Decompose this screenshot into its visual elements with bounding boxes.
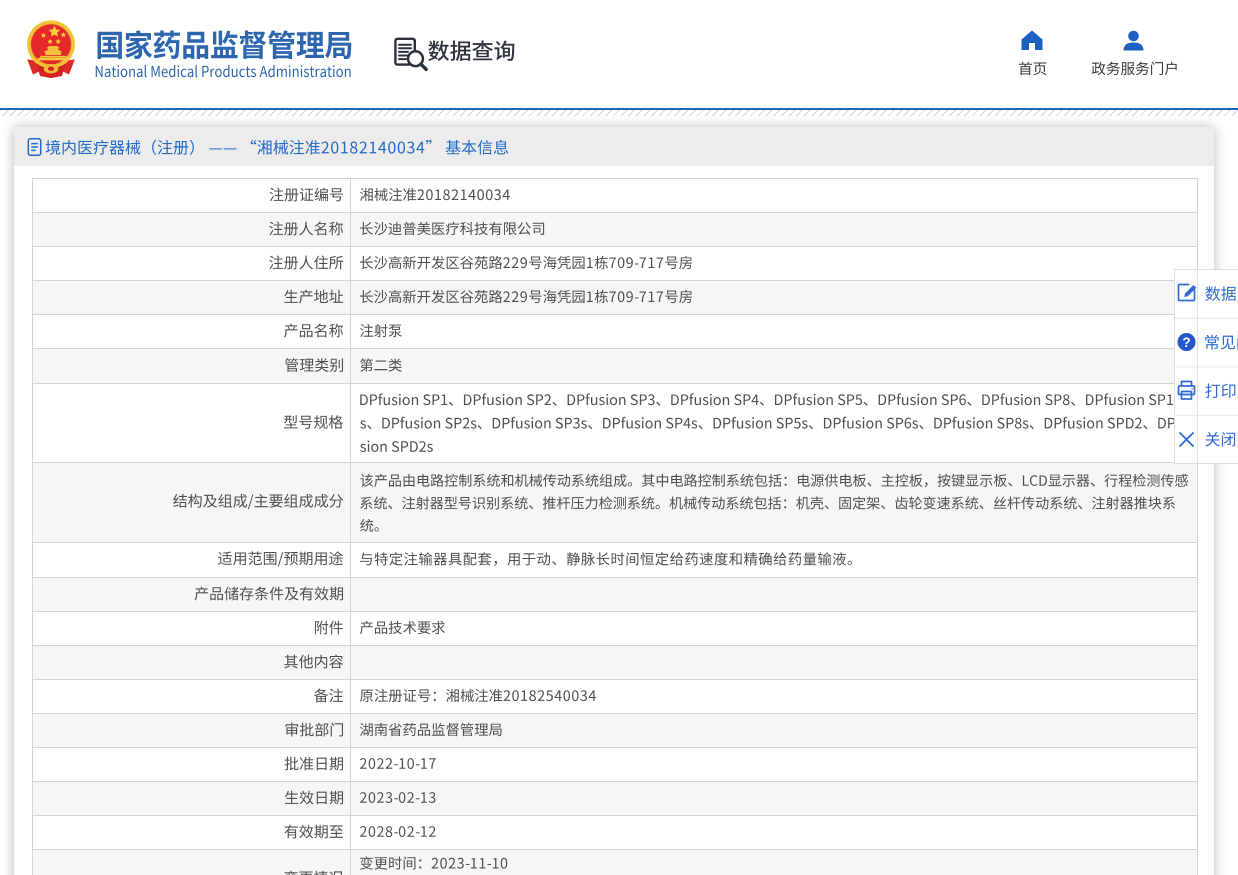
svg-text:?: ? [1182, 335, 1190, 350]
